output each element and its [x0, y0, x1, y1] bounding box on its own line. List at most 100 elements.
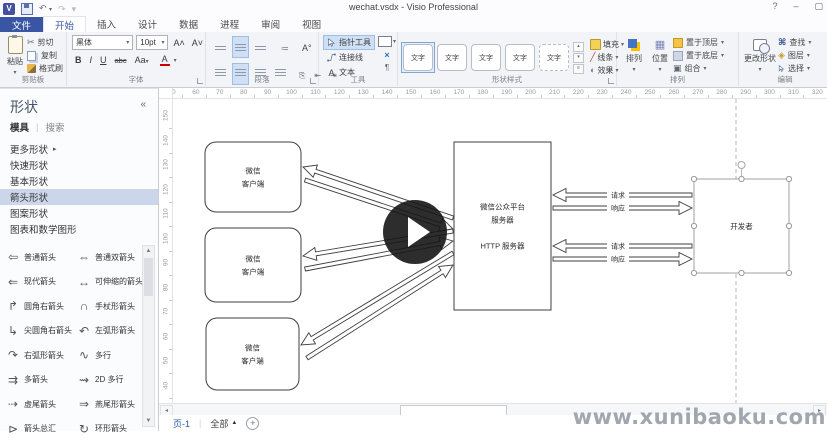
- shape-item-普通双箭头[interactable]: ⇔普通双箭头: [71, 250, 142, 264]
- bold-button[interactable]: B: [73, 55, 84, 65]
- client2-shape[interactable]: [205, 228, 301, 302]
- text-block-tool-button[interactable]: ¶: [385, 63, 389, 72]
- panel-tab-搜索[interactable]: 搜索: [45, 120, 64, 134]
- shape-item-圆角右箭头[interactable]: ↱圆角右箭头: [0, 299, 71, 313]
- minimize-button[interactable]: –: [793, 1, 798, 12]
- help-button[interactable]: ?: [772, 1, 777, 12]
- align-bottom-button[interactable]: [252, 36, 269, 58]
- shape-style-preview-4[interactable]: 文字: [503, 42, 537, 73]
- font-dialog-launcher[interactable]: [197, 78, 203, 84]
- client1-shape[interactable]: [205, 142, 301, 212]
- selection-handle-2[interactable]: [786, 176, 791, 181]
- align-middle-button[interactable]: [232, 36, 249, 58]
- node-client1[interactable]: 微信客户端: [205, 142, 301, 212]
- change-case-button[interactable]: Aa▾: [133, 55, 151, 65]
- paragraph-dialog-launcher[interactable]: [310, 78, 316, 84]
- shape-item-燕尾形箭头[interactable]: ⇒燕尾形箭头: [71, 397, 142, 411]
- font-size-select[interactable]: 10pt▾: [136, 35, 168, 50]
- font-family-select[interactable]: 黑体▾: [72, 35, 133, 50]
- sidebar-section-图案形状[interactable]: 图案形状: [0, 205, 158, 221]
- shape-item-可伸缩的箭头[interactable]: ↔可伸缩的箭头: [71, 275, 142, 289]
- shape-style-preview-5[interactable]: 文字: [537, 42, 571, 73]
- style-gallery-more-icon[interactable]: ≡: [573, 64, 584, 74]
- video-play-button[interactable]: [383, 200, 447, 264]
- send-to-back-button[interactable]: 置于底层▾: [673, 49, 724, 62]
- sidebar-section-箭头形状[interactable]: 箭头形状: [0, 189, 158, 205]
- copy-button[interactable]: 复制: [27, 49, 63, 62]
- align-top-button[interactable]: [212, 36, 229, 58]
- underline-button[interactable]: U: [98, 55, 109, 65]
- tab-开始[interactable]: 开始: [43, 16, 86, 32]
- connection-point-tool-button[interactable]: ×: [384, 50, 389, 60]
- all-pages-button[interactable]: 全部▲: [210, 417, 237, 430]
- layers-button[interactable]: ◈图层▾: [778, 49, 811, 62]
- shape-style-preview-3[interactable]: 文字: [469, 42, 503, 73]
- tab-插入[interactable]: 插入: [86, 16, 127, 31]
- tab-审阅[interactable]: 审阅: [250, 16, 291, 31]
- align-button[interactable]: 排列▾: [621, 35, 647, 75]
- shape-item-现代箭头[interactable]: ⇐现代箭头: [0, 275, 71, 289]
- shape-style-preview-2[interactable]: 文字: [435, 42, 469, 73]
- shape-item-手杖形箭头[interactable]: ∩手杖形箭头: [71, 299, 142, 313]
- shape-item-多行[interactable]: ∿多行: [71, 348, 142, 362]
- restore-button[interactable]: ▢: [814, 1, 823, 12]
- sidebar-section-图表和数学图形[interactable]: 图表和数学图形: [0, 221, 158, 237]
- shape-item-箭头总汇[interactable]: ⊳箭头总汇: [0, 422, 71, 436]
- node-client3[interactable]: 微信客户端: [206, 318, 299, 390]
- find-button[interactable]: ⌘查找▾: [778, 36, 811, 49]
- connector-arrow-6[interactable]: [306, 265, 453, 360]
- shape-styles-dialog-launcher[interactable]: [608, 78, 614, 84]
- connector-tool-button[interactable]: 连接线: [323, 50, 375, 65]
- shape-style-preview-1[interactable]: 文字: [401, 42, 435, 73]
- text-direction-button[interactable]: A°: [299, 36, 315, 58]
- shape-item-环形箭头[interactable]: ↻环形箭头: [71, 422, 142, 436]
- shapes-scrollbar[interactable]: ▲ ▼: [142, 245, 155, 427]
- client3-shape[interactable]: [206, 318, 299, 390]
- sidebar-section-快速形状[interactable]: 快速形状: [0, 157, 158, 173]
- shape-item-2D 多行[interactable]: ⇝2D 多行: [71, 373, 142, 387]
- sidebar-section-更多形状[interactable]: 更多形状▸: [0, 141, 158, 157]
- shape-item-普通箭头[interactable]: ⇦普通箭头: [0, 250, 71, 264]
- pointer-tool-button[interactable]: 指针工具: [323, 35, 375, 50]
- style-gallery-up-icon[interactable]: ▴: [573, 42, 584, 52]
- cut-button[interactable]: ✂剪切: [27, 36, 63, 49]
- tab-视图[interactable]: 视图: [291, 16, 332, 31]
- scroll-down-icon[interactable]: ▼: [143, 416, 154, 426]
- drawing-page[interactable]: 微信客户端微信客户端微信客户端微信公众平台服务器HTTP 服务器开发者请求响应请…: [159, 88, 827, 403]
- style-gallery-down-icon[interactable]: ▾: [573, 53, 584, 63]
- shape-item-尖圆角右箭头[interactable]: ↳尖圆角右箭头: [0, 324, 71, 338]
- bring-to-front-button[interactable]: 置于顶层▾: [673, 36, 724, 49]
- paste-button[interactable]: 粘贴▾: [3, 32, 27, 76]
- selection-handle-7[interactable]: [786, 270, 791, 275]
- grow-font-button[interactable]: A˄: [171, 38, 186, 48]
- selection-handle-1[interactable]: [739, 176, 744, 181]
- shrink-font-button[interactable]: A˅: [190, 38, 205, 48]
- new-page-button[interactable]: +: [246, 417, 259, 430]
- selection-handle-3[interactable]: [691, 223, 696, 228]
- position-button[interactable]: ▦ 位置▾: [647, 35, 673, 75]
- node-server[interactable]: 微信公众平台服务器HTTP 服务器: [454, 142, 551, 310]
- selection-handle-4[interactable]: [786, 223, 791, 228]
- node-client2[interactable]: 微信客户端: [205, 228, 301, 302]
- italic-button[interactable]: I: [88, 55, 95, 65]
- shape-item-右弧形箭头[interactable]: ↷右弧形箭头: [0, 348, 71, 362]
- bullets-button[interactable]: ≔: [278, 36, 292, 58]
- rectangle-tool-button[interactable]: ▾: [378, 36, 396, 47]
- tab-设计[interactable]: 设计: [127, 16, 168, 31]
- selection-handle-6[interactable]: [739, 270, 744, 275]
- shape-item-虚尾箭头[interactable]: ⇢虚尾箭头: [0, 397, 71, 411]
- scroll-up-icon[interactable]: ▲: [143, 246, 154, 256]
- collapse-panel-icon[interactable]: «: [140, 99, 146, 110]
- strikethrough-button[interactable]: abc: [113, 56, 129, 65]
- node-developer[interactable]: 开发者: [691, 162, 791, 276]
- rotation-handle[interactable]: [738, 162, 745, 169]
- tab-数据[interactable]: 数据: [168, 16, 209, 31]
- sidebar-section-基本形状[interactable]: 基本形状: [0, 173, 158, 189]
- change-shape-button[interactable]: 更改形状▾: [742, 35, 778, 75]
- panel-tab-模具[interactable]: 模具: [10, 120, 29, 134]
- tab-file[interactable]: 文件: [0, 17, 43, 32]
- selection-handle-5[interactable]: [691, 270, 696, 275]
- tab-进程[interactable]: 进程: [209, 16, 250, 31]
- shape-item-多箭头[interactable]: ⇉多箭头: [0, 373, 71, 387]
- shape-item-左弧形箭头[interactable]: ↶左弧形箭头: [71, 324, 142, 338]
